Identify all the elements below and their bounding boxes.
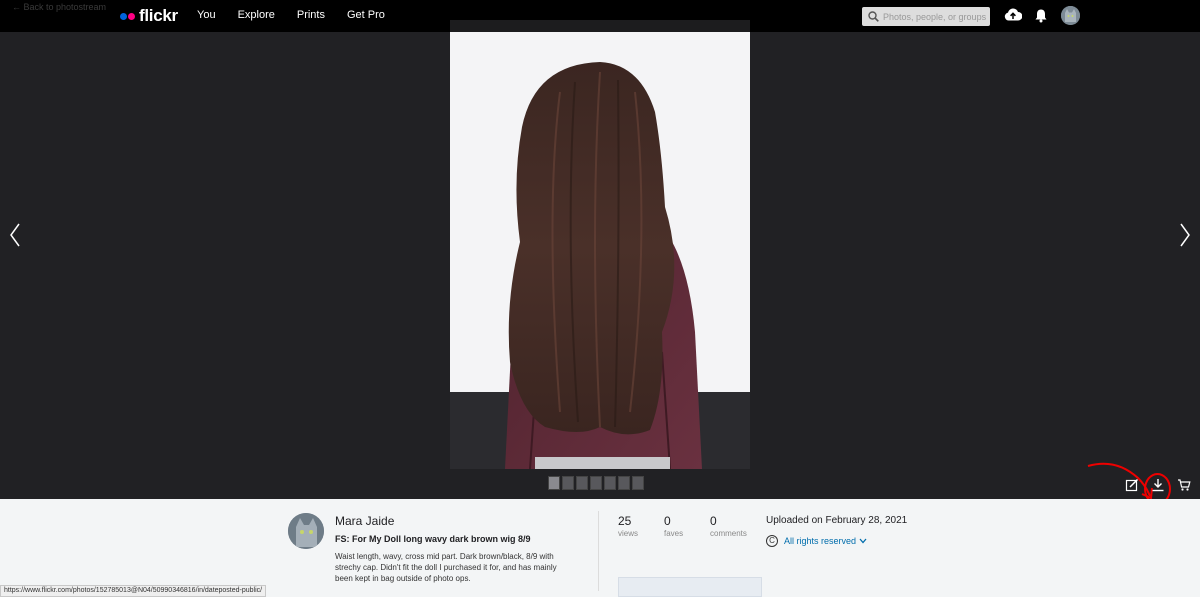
photo-action-icons bbox=[1125, 478, 1191, 492]
notifications-bell-icon[interactable] bbox=[1034, 8, 1048, 23]
views-count: 25 bbox=[618, 514, 632, 528]
photo-thumbnail[interactable] bbox=[590, 476, 602, 490]
shopping-cart-icon[interactable] bbox=[1177, 478, 1191, 492]
next-photo-arrow-icon[interactable] bbox=[1178, 222, 1192, 248]
chevron-down-icon bbox=[859, 538, 867, 544]
download-icon[interactable] bbox=[1151, 478, 1165, 492]
logo-blue-dot bbox=[120, 12, 127, 20]
photo-info-panel: Mara Jaide FS: For My Doll long wavy dar… bbox=[0, 499, 1200, 597]
photo-thumbnail[interactable] bbox=[548, 476, 560, 490]
photo-thumbnail[interactable] bbox=[562, 476, 574, 490]
doll-wig-photo bbox=[450, 32, 750, 469]
upload-date: Uploaded on February 28, 2021 bbox=[766, 515, 908, 526]
back-to-photostream-link[interactable]: ← Back to photostream bbox=[12, 2, 106, 12]
comments-count: 0 bbox=[710, 514, 717, 528]
photo-thumbnail[interactable] bbox=[604, 476, 616, 490]
flickr-logo[interactable]: flickr bbox=[120, 6, 178, 26]
cat-avatar-icon bbox=[1061, 6, 1080, 25]
edit-icon[interactable] bbox=[1125, 478, 1139, 492]
owner-name[interactable]: Mara Jaide bbox=[335, 514, 394, 528]
map-preview[interactable] bbox=[618, 577, 762, 597]
comments-label: comments bbox=[710, 529, 747, 538]
main-nav-links: You Explore Prints Get Pro bbox=[197, 9, 407, 21]
logo-pink-dot bbox=[128, 12, 135, 20]
nav-link-you[interactable]: You bbox=[197, 9, 216, 21]
rights-label[interactable]: All rights reserved bbox=[784, 536, 856, 546]
comments-stat: 0 comments bbox=[710, 514, 747, 538]
search-input[interactable]: Photos, people, or groups bbox=[862, 7, 990, 26]
photo-description: Waist length, wavy, cross mid part. Dark… bbox=[335, 552, 557, 583]
views-label: views bbox=[618, 529, 639, 538]
nav-link-explore[interactable]: Explore bbox=[238, 9, 275, 21]
nav-link-get-pro[interactable]: Get Pro bbox=[347, 9, 385, 21]
owner-avatar[interactable] bbox=[288, 513, 324, 549]
logo-text: flickr bbox=[139, 6, 178, 25]
search-icon bbox=[868, 11, 879, 22]
previous-photo-arrow-icon[interactable] bbox=[8, 222, 22, 248]
user-avatar[interactable] bbox=[1061, 6, 1080, 25]
photo-thumbnail[interactable] bbox=[576, 476, 588, 490]
upload-cloud-icon[interactable] bbox=[1004, 7, 1022, 23]
views-stat: 25 views bbox=[618, 514, 638, 538]
license-selector[interactable]: C All rights reserved bbox=[766, 535, 867, 547]
photo-thumbnail[interactable] bbox=[618, 476, 630, 490]
faves-count: 0 bbox=[664, 514, 671, 528]
photo-thumbnail[interactable] bbox=[632, 476, 644, 490]
main-photo[interactable] bbox=[450, 32, 750, 469]
photo-frame bbox=[450, 20, 750, 469]
browser-status-url: https://www.flickr.com/photos/152785013@… bbox=[0, 585, 267, 597]
nav-link-prints[interactable]: Prints bbox=[297, 9, 325, 21]
photo-viewer bbox=[0, 20, 1200, 505]
divider bbox=[598, 511, 599, 591]
photo-thumbnail-strip bbox=[548, 476, 644, 490]
faves-label: faves bbox=[664, 529, 684, 538]
copyright-icon: C bbox=[766, 535, 778, 547]
faves-stat: 0 faves bbox=[664, 514, 683, 538]
photo-title: FS: For My Doll long wavy dark brown wig… bbox=[335, 534, 531, 544]
search-placeholder: Photos, people, or groups bbox=[883, 11, 987, 22]
cat-avatar-icon bbox=[288, 513, 324, 549]
